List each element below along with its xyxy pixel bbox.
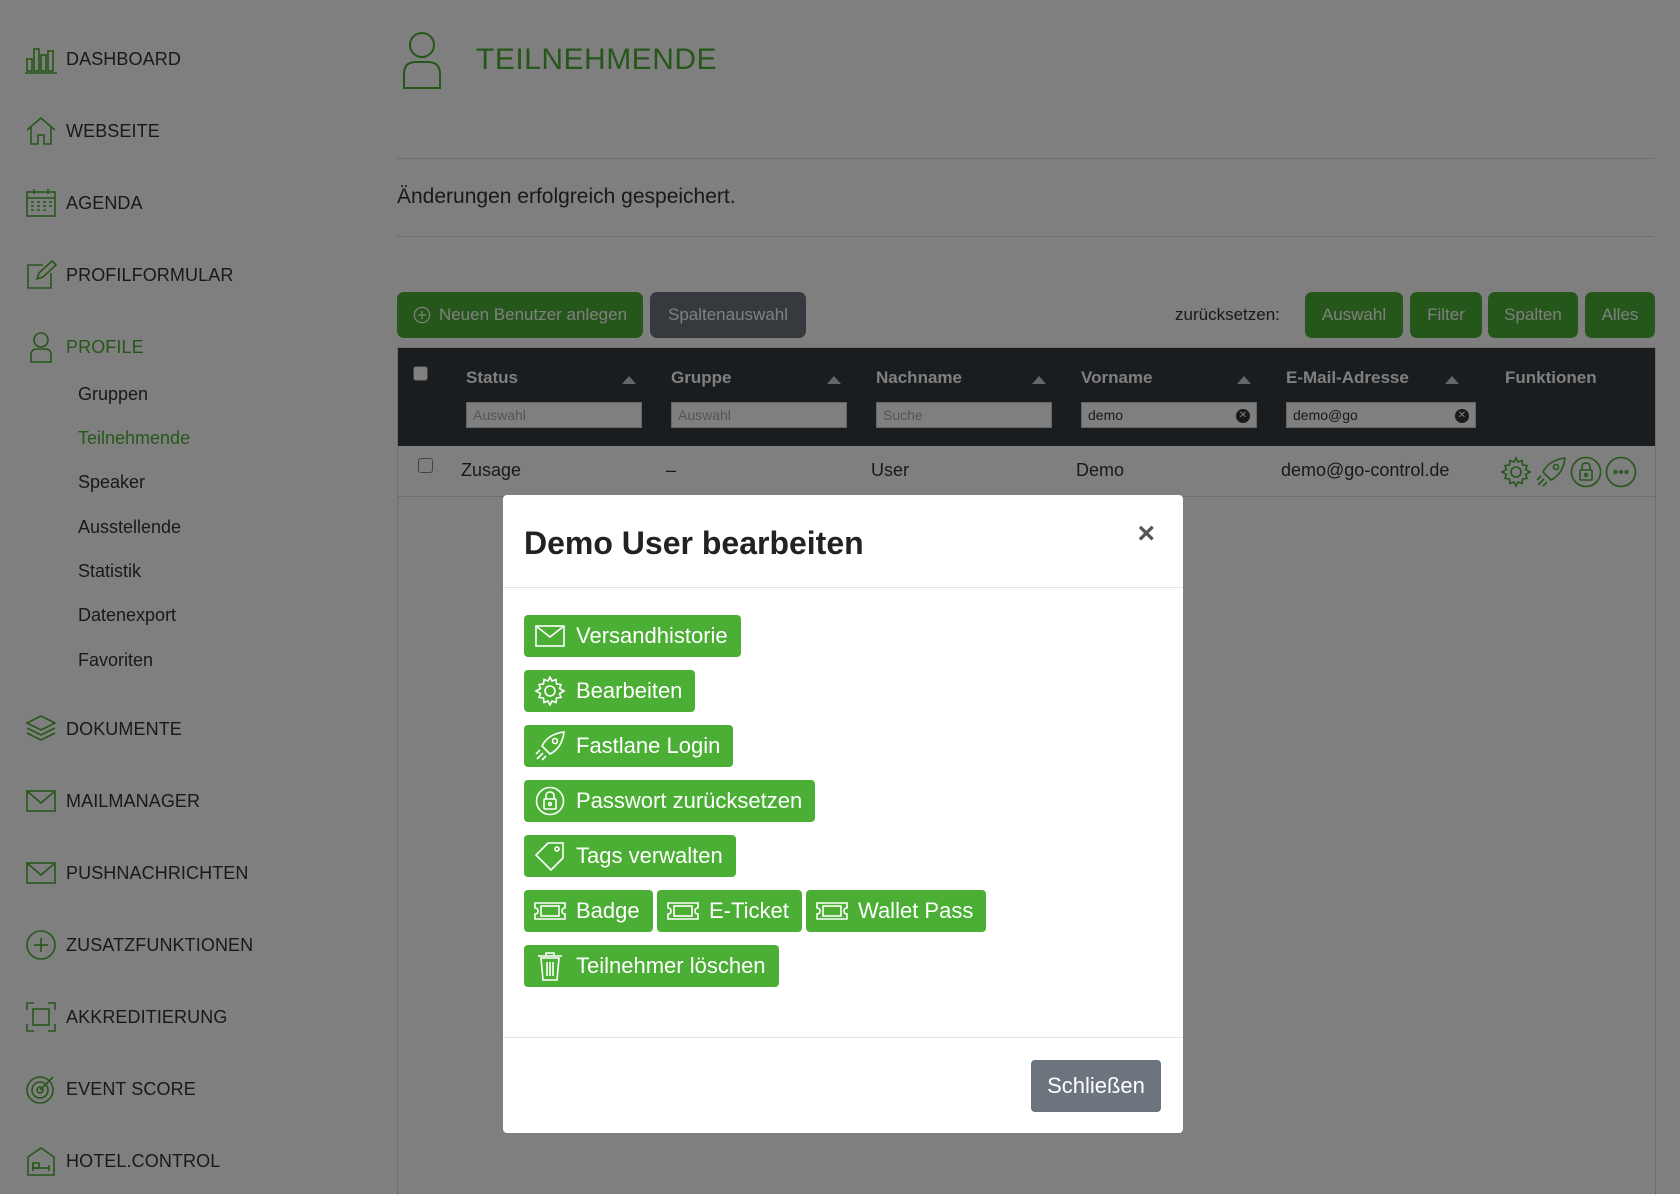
tag-icon <box>534 842 564 871</box>
delete-participant-button[interactable]: Teilnehmer löschen <box>524 945 779 987</box>
manage-tags-label: Tags verwalten <box>576 843 723 868</box>
close-modal-button[interactable]: Schließen <box>1031 1060 1161 1112</box>
edit-button[interactable]: Bearbeiten <box>524 670 696 712</box>
close-icon[interactable]: × <box>1137 517 1155 551</box>
fastlane-login-button[interactable]: Fastlane Login <box>524 725 734 767</box>
badge-label: Badge <box>576 898 640 923</box>
gear-icon <box>534 676 566 706</box>
ticket-icon <box>667 902 699 920</box>
e-ticket-button[interactable]: E-Ticket <box>657 890 802 932</box>
reset-password-label: Passwort zurücksetzen <box>576 788 803 813</box>
modal-title: Demo User bearbeiten <box>524 525 864 561</box>
lock-icon <box>535 786 565 816</box>
manage-tags-button[interactable]: Tags verwalten <box>524 835 736 877</box>
ticket-icon <box>816 902 848 920</box>
wallet-pass-button[interactable]: Wallet Pass <box>806 890 987 932</box>
rocket-icon <box>535 731 565 761</box>
divider <box>503 587 1183 588</box>
ticket-icon <box>534 902 566 920</box>
wallet-pass-label: Wallet Pass <box>858 898 974 923</box>
reset-password-button[interactable]: Passwort zurücksetzen <box>524 780 816 822</box>
edit-user-modal: Demo User bearbeiten × Versandhistorie B… <box>503 495 1183 1133</box>
send-history-button[interactable]: Versandhistorie <box>524 615 741 657</box>
edit-label: Bearbeiten <box>576 678 683 703</box>
fastlane-login-label: Fastlane Login <box>576 733 721 758</box>
e-ticket-label: E-Ticket <box>709 898 789 923</box>
trash-icon <box>538 952 562 981</box>
mail-icon <box>535 625 565 647</box>
send-history-label: Versandhistorie <box>576 623 728 648</box>
delete-participant-label: Teilnehmer löschen <box>576 953 766 978</box>
badge-button[interactable]: Badge <box>524 890 653 932</box>
divider <box>503 1037 1183 1038</box>
